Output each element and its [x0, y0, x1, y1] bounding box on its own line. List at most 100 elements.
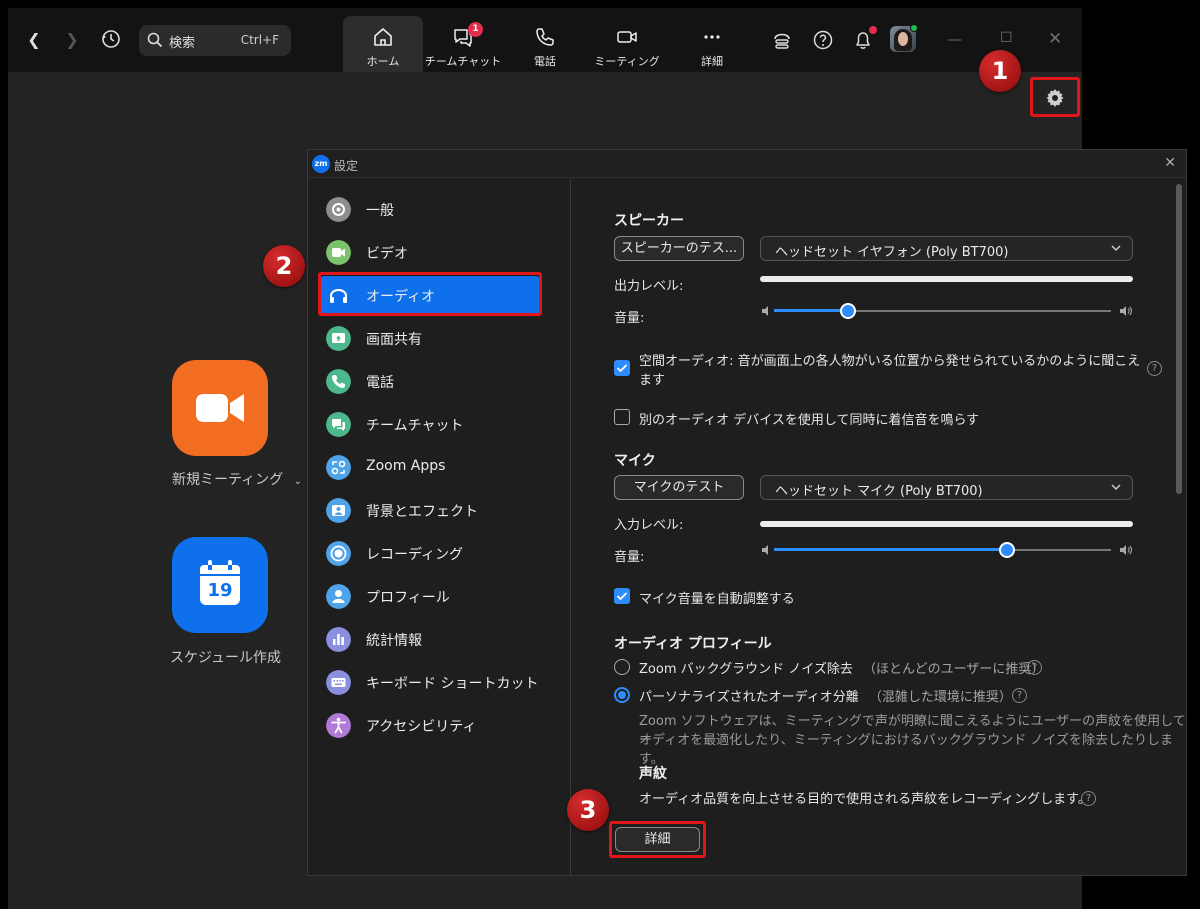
sidebar-item-statistics[interactable]: 統計情報: [320, 620, 540, 658]
auto-adjust-label: マイク音量を自動調整する: [639, 592, 795, 607]
notification-dot: [869, 26, 877, 34]
chevron-down-icon[interactable]: ⌄: [294, 476, 302, 487]
checkmark-icon: [616, 592, 628, 601]
mic-device-select[interactable]: ヘッドセット マイク (Poly BT700): [760, 475, 1133, 500]
zoom-noise-radio[interactable]: [614, 659, 630, 675]
help-icon[interactable]: ?: [1027, 660, 1042, 675]
schedule-label[interactable]: スケジュール作成: [170, 647, 281, 667]
search-shortcut: Ctrl+F: [240, 33, 279, 47]
chevron-down-icon: [1111, 245, 1121, 252]
input-level-meter: [760, 521, 1133, 527]
test-speaker-button[interactable]: スピーカーのテス...: [614, 236, 744, 261]
sidebar-item-label: 背景とエフェクト: [366, 504, 478, 520]
sidebar-item-label: 電話: [366, 375, 394, 391]
unread-badge: 1: [468, 22, 483, 37]
history-icon[interactable]: [100, 28, 122, 50]
gear-icon: [1046, 89, 1064, 107]
audio-highlight-frame: [318, 272, 542, 316]
mic-volume-slider[interactable]: [760, 542, 1133, 558]
slider-thumb[interactable]: [998, 542, 1015, 558]
tab-label: ホーム: [366, 55, 400, 68]
volume-high-icon: [1120, 545, 1132, 555]
separate-ringtone-checkbox[interactable]: [614, 409, 630, 425]
sidebar-item-accessibility[interactable]: アクセシビリティ: [320, 706, 540, 744]
tab-meetings[interactable]: ミーティング: [587, 16, 667, 72]
tab-more[interactable]: 詳細: [672, 16, 752, 72]
chat-icon: [326, 412, 351, 437]
help-icon[interactable]: ?: [1012, 688, 1027, 703]
test-mic-button[interactable]: マイクのテスト: [614, 475, 744, 500]
sidebar-item-profile[interactable]: プロフィール: [320, 577, 540, 615]
video-camera-icon: [617, 31, 637, 43]
home-icon: [374, 28, 392, 46]
search-label: 検索: [169, 36, 196, 51]
slider-thumb[interactable]: [840, 303, 857, 319]
video-icon: [326, 240, 351, 265]
spatial-audio-checkbox[interactable]: [614, 360, 630, 376]
search-icon: [147, 32, 163, 48]
personalized-audio-radio[interactable]: [614, 687, 630, 703]
sidebar-item-team-chat[interactable]: チームチャット: [320, 405, 540, 443]
zoom-noise-text: Zoom バックグラウンド ノイズ除去: [639, 662, 853, 677]
sidebar-item-label: プロフィール: [366, 590, 450, 606]
new-meeting-button[interactable]: [172, 360, 268, 456]
sidebar-item-label: 一般: [366, 203, 394, 219]
sidebar-item-label: アクセシビリティ: [366, 719, 477, 735]
volume-low-icon: [762, 545, 768, 555]
sidebar-item-label: キーボード ショートカット: [366, 676, 539, 692]
voiceprint-desc: オーディオ品質を向上させる目的で使用される声紋をレコーディングします。: [639, 792, 1091, 807]
speaker-title: スピーカー: [614, 213, 684, 229]
tab-label: チームチャット: [424, 55, 502, 68]
schedule-button[interactable]: 19: [172, 537, 268, 633]
tab-phone[interactable]: 電話: [505, 16, 585, 72]
keyboard-icon: [326, 670, 351, 695]
input-level-label: 入力レベル:: [614, 518, 684, 533]
tab-home[interactable]: ホーム: [343, 16, 423, 72]
help-icon[interactable]: [812, 29, 834, 51]
slider-fill: [774, 548, 1007, 551]
speaker-volume-slider[interactable]: [760, 303, 1133, 319]
sidebar-item-general[interactable]: 一般: [320, 190, 540, 228]
zoom-logo: zm: [312, 155, 330, 173]
back-arrow-icon[interactable]: ❮: [24, 30, 44, 50]
voiceprint-details-button[interactable]: 詳細: [615, 827, 700, 852]
help-icon[interactable]: ?: [1147, 361, 1162, 376]
sidebar-item-screen-share[interactable]: 画面共有: [320, 319, 540, 357]
forward-arrow-icon[interactable]: ❯: [62, 30, 82, 50]
sidebar-item-video[interactable]: ビデオ: [320, 233, 540, 271]
speaker-device-select[interactable]: ヘッドセット イヤフォン (Poly BT700): [760, 236, 1133, 261]
background-icon: [326, 498, 351, 523]
sidebar-item-recording[interactable]: レコーディング: [320, 534, 540, 572]
chevron-down-icon: [1111, 484, 1121, 491]
mic-device-value: ヘッドセット マイク (Poly BT700): [775, 484, 983, 499]
personalized-audio-text: パーソナライズされたオーディオ分離: [639, 690, 859, 705]
new-meeting-label[interactable]: 新規ミーティング ⌄: [172, 469, 302, 489]
maximize-icon[interactable]: ☐: [1000, 30, 1013, 46]
content-scrollbar[interactable]: [1176, 184, 1182, 494]
sidebar-item-phone[interactable]: 電話: [320, 362, 540, 400]
help-icon[interactable]: ?: [1081, 791, 1096, 806]
volume-low-icon: [762, 306, 768, 316]
auto-adjust-checkbox[interactable]: [614, 588, 630, 604]
settings-gear-button[interactable]: [1030, 77, 1080, 117]
sidebar-item-zoom-apps[interactable]: Zoom Apps: [320, 448, 540, 486]
sidebar-item-label: 画面共有: [366, 332, 422, 348]
settings-title-bar: zm 設定 ✕: [308, 150, 1186, 178]
tab-team-chat[interactable]: 1 チームチャット: [423, 16, 503, 72]
audio-settings-panel: スピーカー スピーカーのテス... ヘッドセット イヤフォン (Poly BT7…: [572, 179, 1186, 876]
online-status-dot: [910, 24, 918, 32]
sidebar-item-keyboard-shortcuts[interactable]: キーボード ショートカット: [320, 663, 540, 701]
close-icon[interactable]: ✕: [1164, 155, 1176, 171]
sidebar-item-label: Zoom Apps: [366, 458, 446, 474]
spatial-audio-label: 空間オーディオ: 音が画面上の各人物がいる位置から発せられているかのように聞こえ: [639, 354, 1141, 369]
close-icon[interactable]: ✕: [1048, 29, 1062, 49]
phone-icon: [536, 28, 554, 46]
headset-status-icon[interactable]: [771, 29, 793, 51]
step-marker-3: 3: [567, 789, 609, 831]
sidebar-item-background-effects[interactable]: 背景とエフェクト: [320, 491, 540, 529]
minimize-icon[interactable]: —: [948, 32, 962, 48]
more-dots-icon: [704, 35, 720, 39]
search-box[interactable]: 検索 Ctrl+F: [139, 25, 291, 56]
video-camera-icon: [196, 394, 244, 422]
zoom-noise-hint: （ほとんどのユーザーに推奨）: [862, 662, 1045, 677]
